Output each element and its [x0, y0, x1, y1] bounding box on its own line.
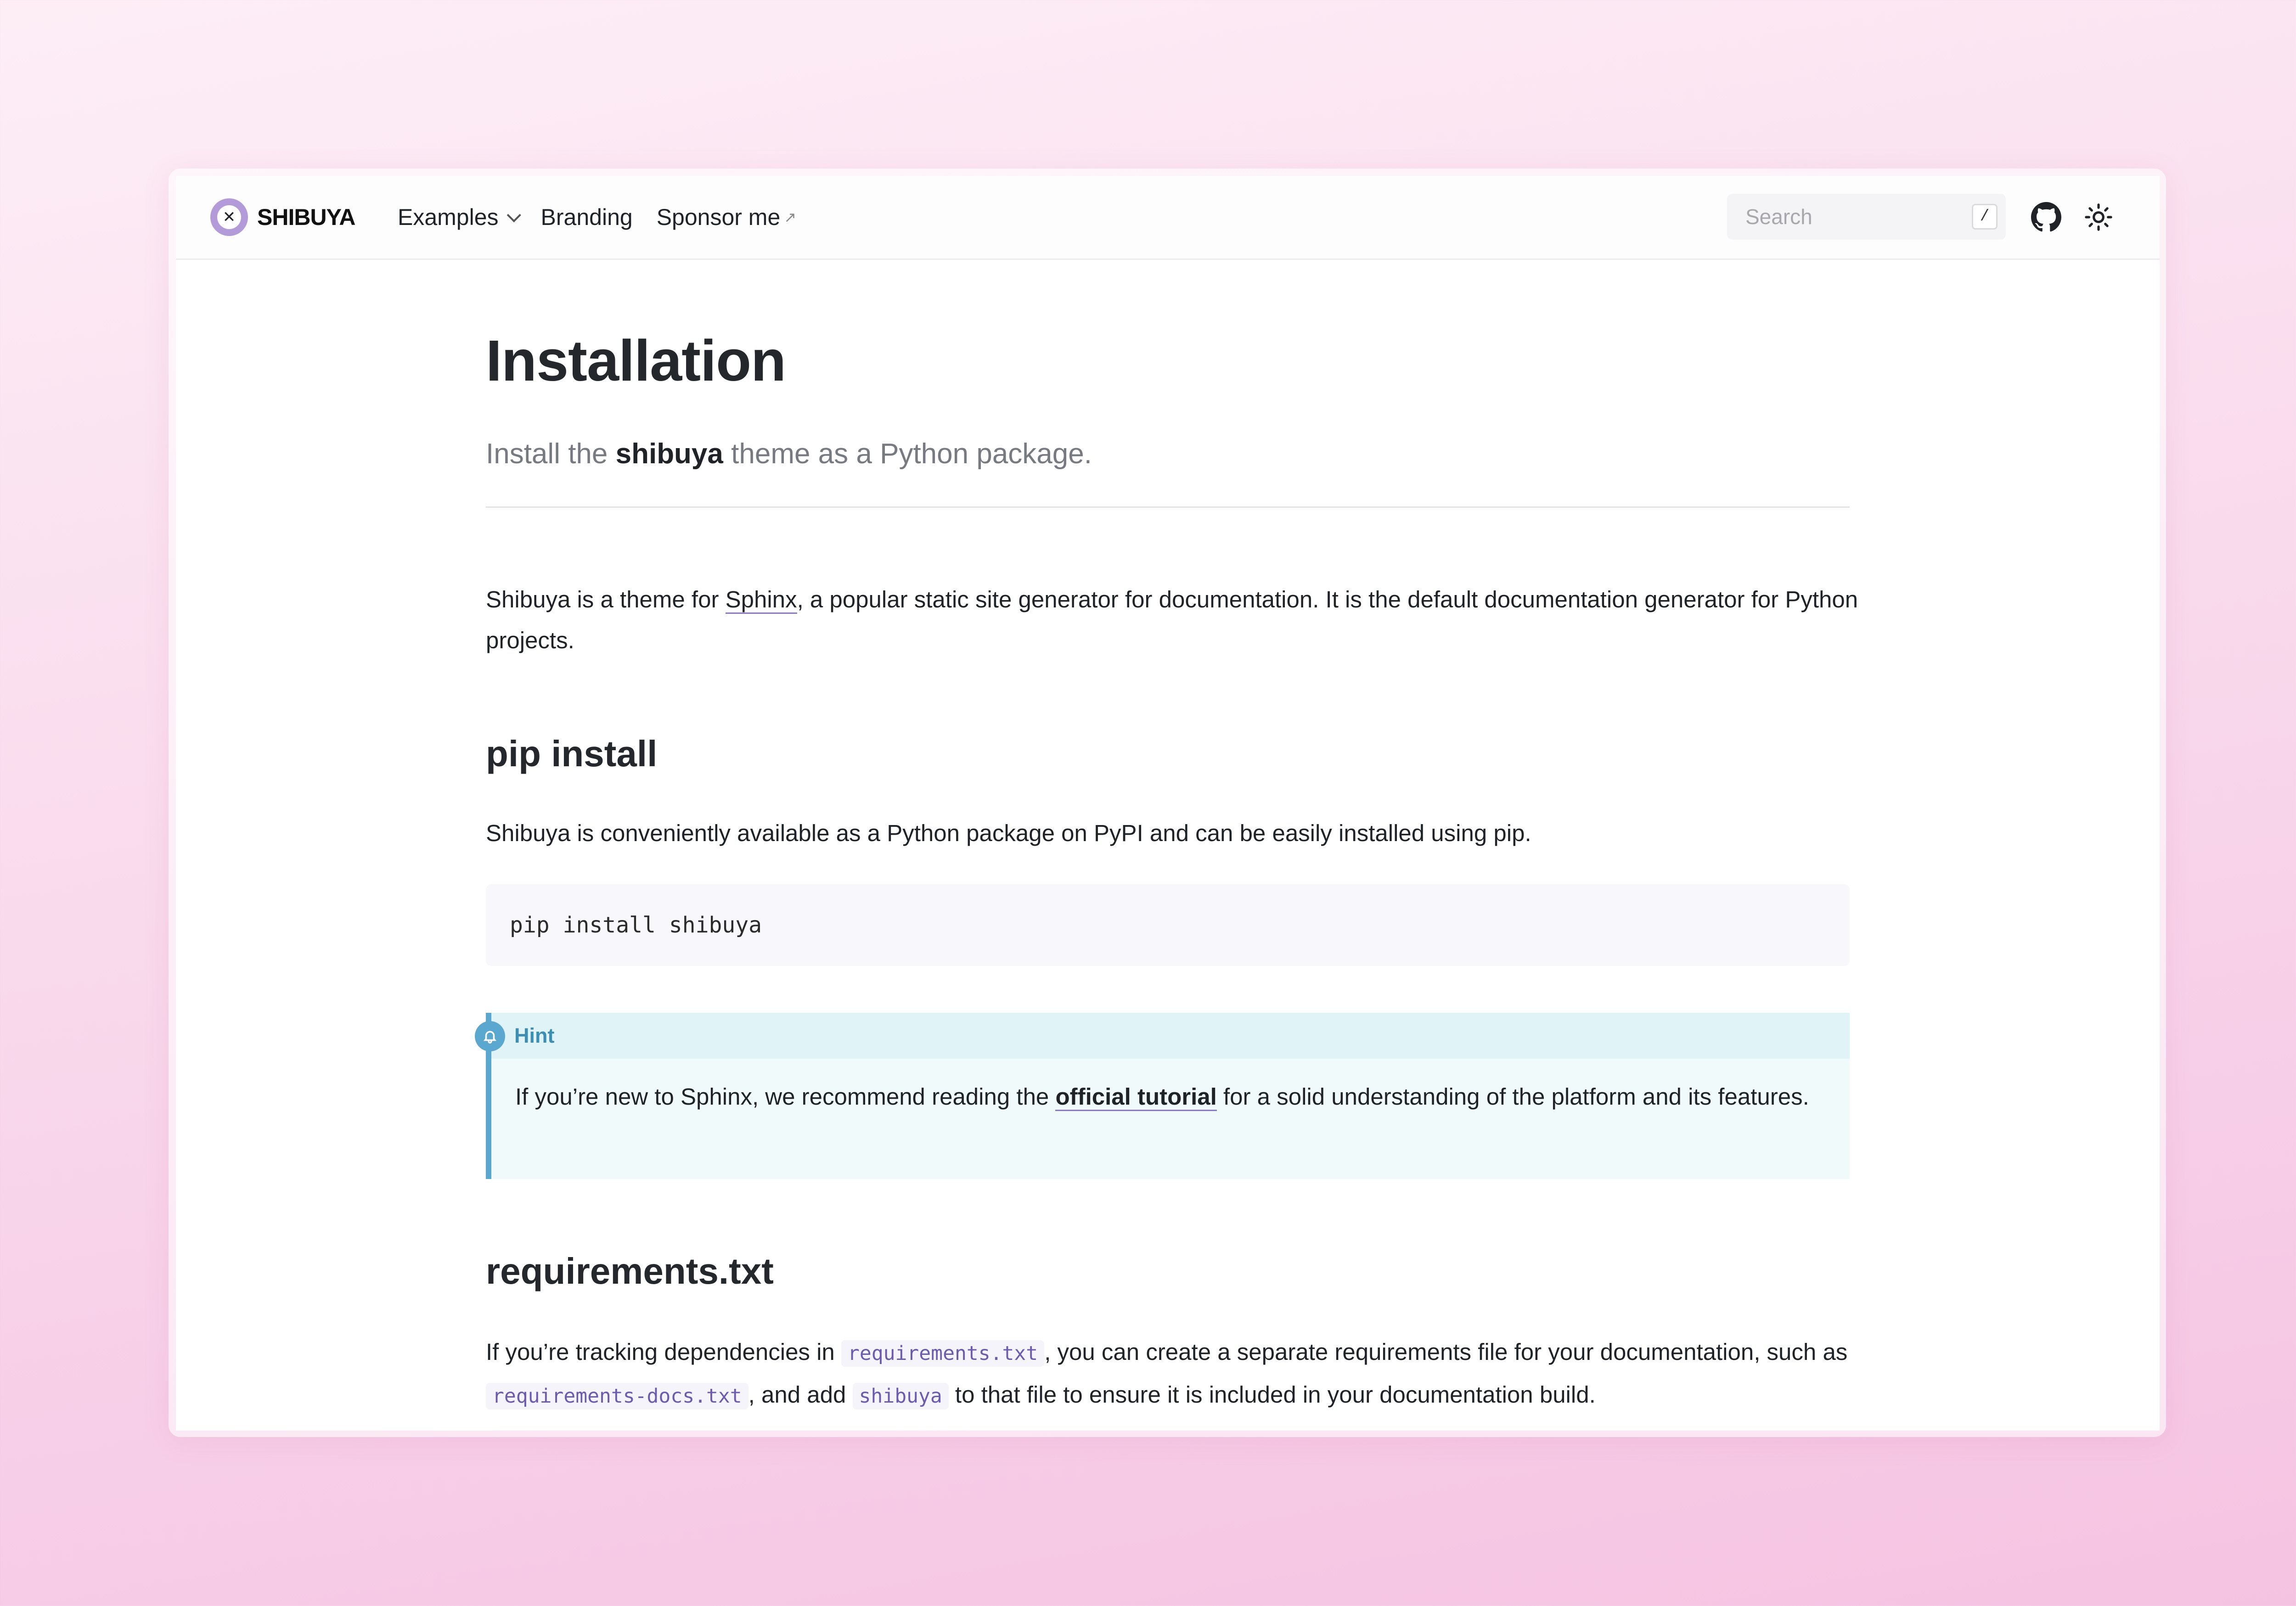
hint-text: If you’re new to Sphinx, we recommend re…	[491, 1059, 1850, 1117]
page-title: Installation	[486, 328, 786, 393]
shibuya-logo-icon: ✕	[210, 198, 248, 236]
inline-code-requirements: requirements.txt	[841, 1340, 1045, 1367]
search-input[interactable]	[1727, 204, 1967, 230]
pip-description: Shibuya is conveniently available as a P…	[486, 820, 1531, 846]
inline-code-shibuya: shibuya	[852, 1383, 949, 1409]
requirements-paragraph: If you’re tracking dependencies in requi…	[486, 1331, 1859, 1417]
inline-code-requirements-docs: requirements-docs.txt	[486, 1383, 748, 1409]
chevron-down-icon	[506, 208, 521, 223]
nav-examples[interactable]: Examples	[398, 204, 521, 230]
nav-branding[interactable]: Branding	[541, 204, 633, 230]
official-tutorial-link[interactable]: official tutorial	[1055, 1084, 1217, 1111]
logo-text: SHIBUYA	[257, 204, 355, 230]
site-logo[interactable]: ✕ SHIBUYA	[210, 197, 355, 238]
nav-sponsor[interactable]: Sponsor me ↗	[657, 204, 796, 230]
top-navbar: ✕ SHIBUYA Examples Branding Sponsor me ↗…	[176, 176, 2160, 260]
title-divider	[486, 506, 1850, 508]
sphinx-link[interactable]: Sphinx	[725, 586, 797, 614]
bell-icon	[475, 1021, 505, 1051]
section-requirements-heading: requirements.txt	[486, 1251, 774, 1292]
nav-branding-label: Branding	[540, 204, 633, 230]
section-pip-install-heading: pip install	[486, 733, 658, 774]
hint-title: Hint	[491, 1013, 1850, 1059]
search-shortcut-key: /	[1972, 204, 1998, 230]
nav-examples-label: Examples	[398, 204, 499, 230]
external-link-icon: ↗	[784, 209, 797, 225]
page-lead: Install the shibuya theme as a Python pa…	[486, 438, 1092, 470]
code-block[interactable]: pip install shibuya	[486, 884, 1850, 966]
main-nav: Examples Branding Sponsor me ↗	[398, 176, 820, 258]
sun-icon[interactable]	[2082, 201, 2115, 233]
browser-window: ✕ SHIBUYA Examples Branding Sponsor me ↗…	[176, 176, 2160, 1431]
search-box[interactable]: /	[1727, 194, 2006, 240]
intro-paragraph: Shibuya is a theme for Sphinx, a popular…	[486, 586, 1858, 653]
hint-admonition: Hint If you’re new to Sphinx, we recomme…	[475, 1013, 1850, 1179]
nav-sponsor-label: Sponsor me	[656, 204, 781, 230]
github-icon[interactable]	[2030, 201, 2062, 233]
